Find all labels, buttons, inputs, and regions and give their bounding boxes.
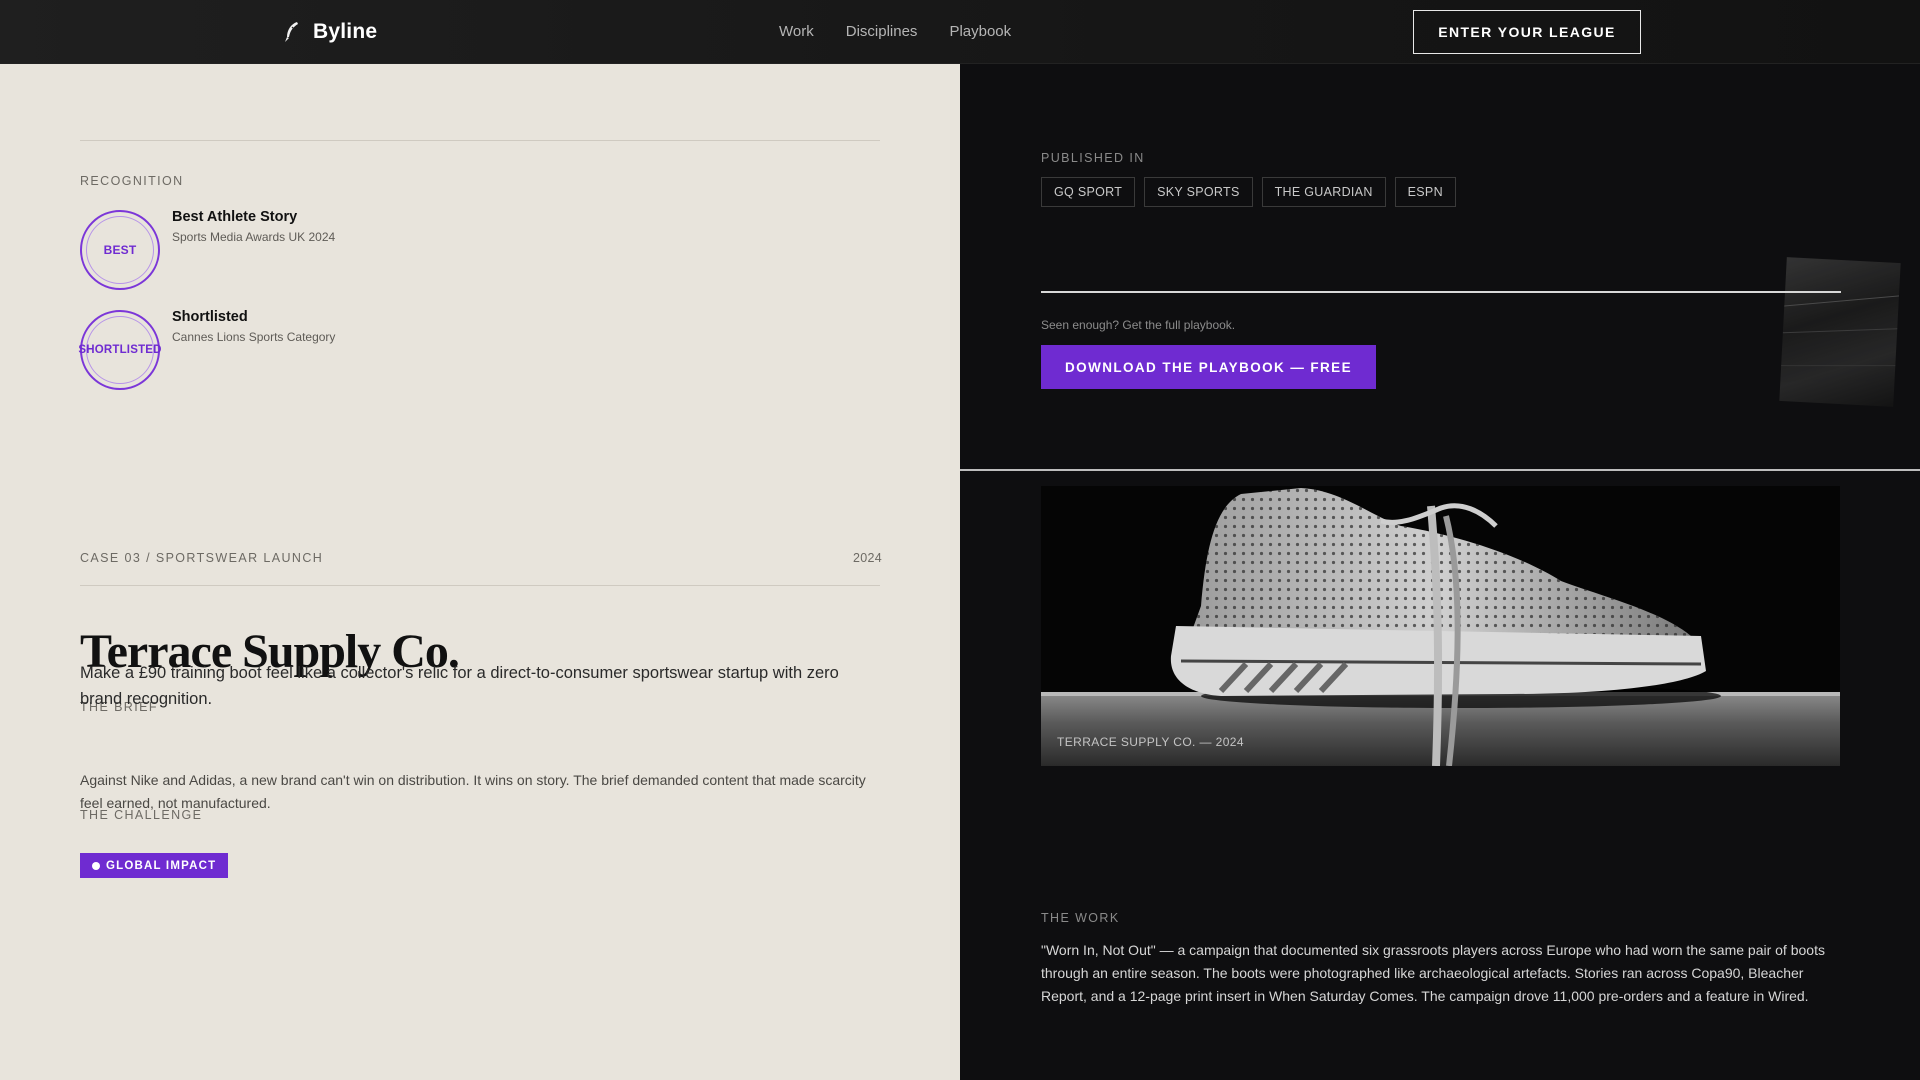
nav-links: Work Disciplines Playbook [779,23,1011,40]
quill-icon [285,22,298,42]
brief-text: Make a £90 training boot feel like a col… [80,664,839,708]
case-details-panel: RECOGNITION BEST Best Athlete Story Spor… [0,64,960,1080]
divider [1041,291,1841,293]
stadium-thumbnail [1779,257,1901,407]
award-badge-shortlisted: SHORTLISTED [78,310,161,390]
award-subtitle: Sports Media Awards UK 2024 [172,230,336,244]
award-subtitle: Cannes Lions Sports Category [172,330,336,344]
hero-image-boot: TERRACE SUPPLY CO. — 2024 [1041,486,1840,766]
work-label: THE WORK [1041,911,1120,925]
publication-list: GQ SPORT SKY SPORTS THE GUARDIAN ESPN [1041,177,1456,207]
boot-illustration [1041,486,1840,766]
publication-tag: ESPN [1394,177,1456,207]
award-title: Shortlisted [172,309,248,325]
download-playbook-button[interactable]: DOWNLOAD THE PLAYBOOK — FREE [1041,345,1376,389]
brand-name: Byline [313,20,378,43]
playbook-prompt: Seen enough? Get the full playbook. [1041,318,1236,332]
dot-icon [92,861,100,870]
nav-link-playbook[interactable]: Playbook [949,23,1011,40]
top-nav: Byline Work Disciplines Playbook ENTER Y… [0,0,1920,64]
case-media-panel: PUBLISHED IN GQ SPORT SKY SPORTS THE GUA… [960,64,1920,1080]
divider [960,469,1920,471]
brand[interactable]: Byline [283,20,377,44]
award-badge-best: BEST [80,210,160,290]
challenge-text: Against Nike and Adidas, a new brand can… [80,772,866,811]
recognition-label: RECOGNITION [80,174,184,188]
work-text: "Worn In, Not Out" — a campaign that doc… [1041,942,1825,1004]
nav-link-disciplines[interactable]: Disciplines [846,23,918,40]
divider [80,140,880,141]
publication-tag: SKY SPORTS [1144,177,1253,207]
enter-league-button[interactable]: ENTER YOUR LEAGUE [1413,10,1641,54]
published-in-label: PUBLISHED IN [1041,151,1145,165]
publication-tag: THE GUARDIAN [1261,177,1386,207]
nav-link-work[interactable]: Work [779,23,814,40]
global-impact-badge: GLOBAL IMPACT [80,853,229,878]
award-title: Best Athlete Story [172,209,298,225]
impact-label: GLOBAL IMPACT [106,859,217,872]
hero-caption: TERRACE SUPPLY CO. — 2024 [1057,735,1244,749]
case-eyebrow: CASE 03 / SPORTSWEAR LAUNCH [80,551,324,565]
case-year: 2024 [853,551,883,565]
divider [80,585,880,586]
publication-tag: GQ SPORT [1041,177,1136,207]
